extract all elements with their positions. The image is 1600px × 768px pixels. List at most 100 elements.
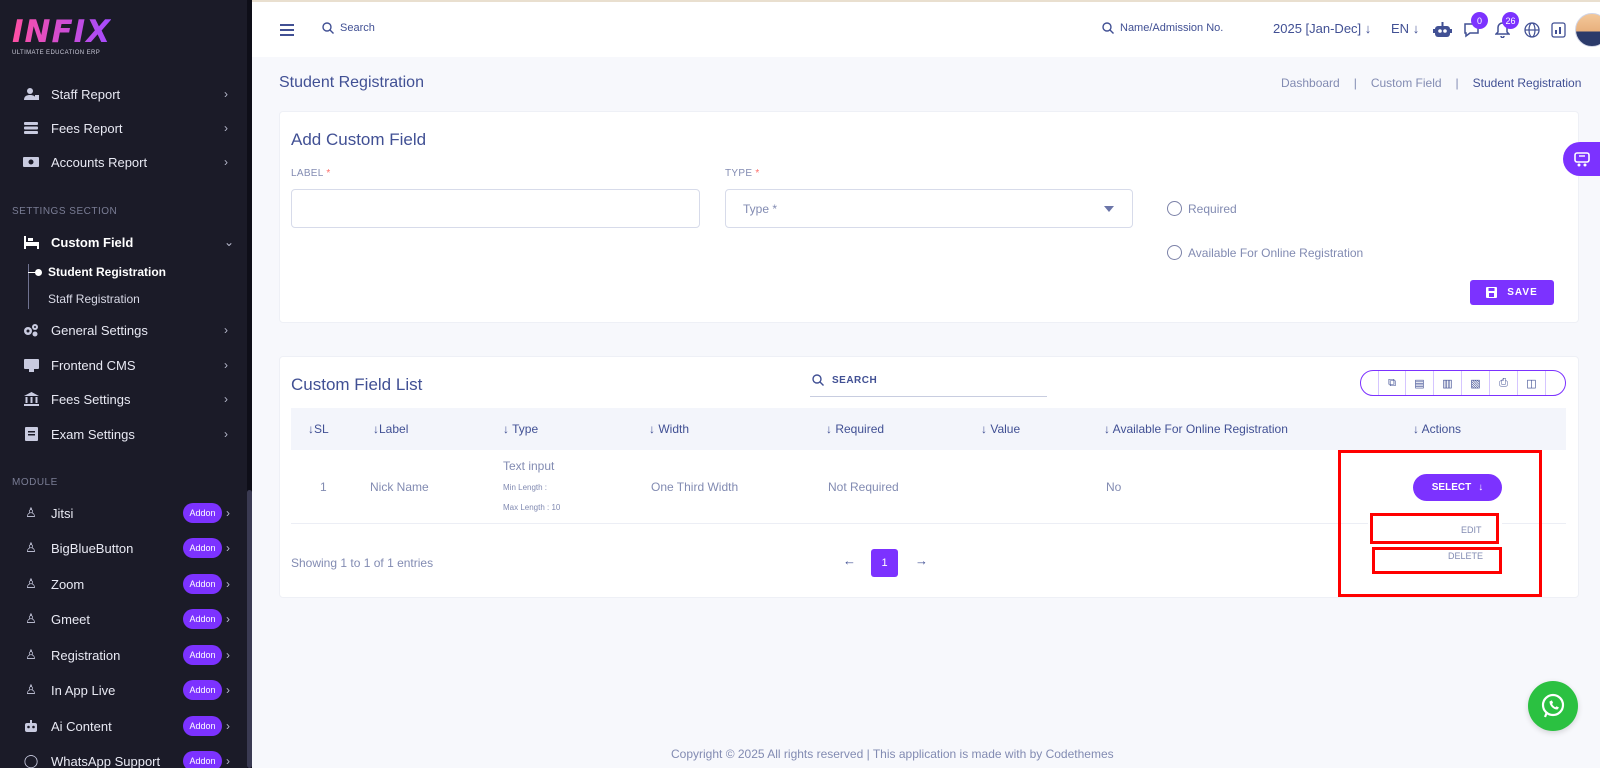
required-option-label: Required [1188,201,1237,216]
sidebar-item-custom-field[interactable]: Custom Field ⌄ [0,227,242,257]
cell-max-length: Max Length : 10 [503,503,561,512]
online-registration-radio[interactable]: Available For Online Registration [1167,245,1363,260]
column-type[interactable]: ↓ Type [503,422,538,436]
columns-icon[interactable]: ◫ [1518,371,1546,395]
academic-year-select[interactable]: 2025 [Jan-Dec] ↓ [1273,21,1371,36]
page-title: Student Registration [279,74,424,91]
page-number-current[interactable]: 1 [871,549,898,577]
breadcrumb-custom-field[interactable]: Custom Field [1371,76,1442,90]
admission-search[interactable]: Name/Admission No. [1102,22,1223,34]
chevron-right-icon: › [226,648,230,662]
required-radio[interactable]: Required [1167,201,1237,216]
sidebar-item-general-settings[interactable]: General Settings › [0,315,242,345]
sidebar-item-staff-report[interactable]: Staff Report › [0,79,242,109]
sidebar-item-in-app-live[interactable]: ♙ In App Live Addon › [0,675,242,705]
column-actions[interactable]: ↓ Actions [1413,422,1461,436]
cart-floating-button[interactable] [1563,142,1600,176]
table-search-input[interactable]: SEARCH [810,364,1047,397]
sidebar-item-label: Frontend CMS [51,357,136,373]
column-label[interactable]: ↓Label [373,422,408,436]
server-icon [22,119,40,137]
label-input[interactable] [291,189,700,228]
label-field-label: LABEL * [291,168,331,179]
addon-badge: Addon [183,574,222,594]
sidebar-item-label: Fees Report [51,120,123,136]
language-value: EN [1391,21,1410,36]
excel-icon[interactable]: ▤ [1406,371,1434,395]
sidebar-item-bigbluebutton[interactable]: ♙ BigBlueButton Addon › [0,533,242,563]
radio-circle[interactable] [1167,201,1182,216]
type-select[interactable]: Type * [725,189,1133,228]
save-label: SAVE [1507,287,1538,298]
module-icon: ♙ [25,540,37,555]
sidebar-item-label: WhatsApp Support [51,753,161,768]
sidebar-subitem-staff-registration[interactable]: Staff Registration [48,292,140,306]
highlight-box-edit [1370,513,1499,544]
sidebar-item-whatsapp-support[interactable]: ◯ WhatsApp Support Addon › [0,746,242,768]
language-select[interactable]: EN ↓ [1391,21,1419,36]
app-logo[interactable]: INFIX ULTIMATE EDUCATION ERP [12,16,111,56]
csv-icon[interactable]: ▥ [1434,371,1462,395]
sidebar-item-fees-settings[interactable]: Fees Settings › [0,384,242,414]
save-button[interactable]: SAVE [1470,280,1554,305]
required-star: * [755,168,760,179]
sidebar-item-gmeet[interactable]: ♙ Gmeet Addon › [0,604,242,634]
sidebar-scrollbar[interactable] [247,0,252,768]
column-width[interactable]: ↓ Width [649,422,689,436]
chevron-down-icon: ⌄ [224,235,235,249]
search-icon [322,22,334,34]
sidebar-item-fees-report[interactable]: Fees Report › [0,113,242,143]
sidebar-item-frontend-cms[interactable]: Frontend CMS › [0,350,242,380]
footer-copyright: Copyright © 2025 All rights reserved | T… [671,747,1114,761]
globe-icon[interactable] [1522,20,1542,40]
next-page-icon[interactable]: → [915,553,928,568]
sidebar-item-ai-content[interactable]: Ai Content Addon › [0,711,242,741]
report-icon[interactable] [1548,20,1568,40]
column-label: SL [314,422,329,436]
sidebar-item-exam-settings[interactable]: Exam Settings › [0,419,242,449]
section-title-module: MODULE [12,477,58,488]
cell-min-length: Min Length : [503,483,548,492]
cell-width: One Third Width [651,480,739,494]
addon-badge: Addon [183,751,222,768]
sidebar-item-label: Jitsi [51,505,74,521]
sidebar-item-zoom[interactable]: ♙ Zoom Addon › [0,569,242,599]
chevron-right-icon: › [224,87,228,101]
menu-toggle-icon[interactable] [280,24,294,39]
pdf-icon[interactable]: ▧ [1462,371,1490,395]
avatar[interactable] [1575,13,1600,47]
bell-icon[interactable]: 26 [1492,12,1519,40]
type-field-label: TYPE * [725,168,760,179]
robot-icon[interactable] [1432,20,1452,40]
radio-circle[interactable] [1167,245,1182,260]
sidebar-item-registration[interactable]: ♙ Registration Addon › [0,640,242,670]
chat-badge: 0 [1471,12,1488,29]
chat-icon[interactable]: 0 [1461,12,1488,40]
column-online[interactable]: ↓ Available For Online Registration [1104,422,1288,436]
sidebar-item-label: BigBlueButton [51,540,134,556]
breadcrumb-dashboard[interactable]: Dashboard [1281,76,1340,90]
sidebar-item-accounts-report[interactable]: Accounts Report › [0,147,242,177]
column-sl[interactable]: ↓SL [308,422,329,436]
chevron-right-icon: › [224,155,228,169]
module-icon: ♙ [25,647,37,662]
scrollbar-thumb[interactable] [247,490,252,768]
global-search[interactable]: Search [322,22,375,34]
column-label: Required [835,422,885,436]
column-required[interactable]: ↓ Required [826,422,884,436]
chevron-right-icon: › [224,358,228,372]
robot-icon [22,717,40,735]
logo-subtitle: ULTIMATE EDUCATION ERP [12,50,101,56]
previous-page-icon[interactable]: ← [843,553,856,568]
arrow-down-icon: ↓ [1412,21,1420,36]
sidebar-subitem-student-registration[interactable]: Student Registration [48,265,166,279]
addon-badge: Addon [183,645,222,665]
floppy-disk-icon [1486,287,1498,298]
whatsapp-button[interactable] [1528,681,1578,731]
copy-icon[interactable]: ⧉ [1378,371,1406,395]
sidebar-item-jitsi[interactable]: ♙ Jitsi Addon › [0,498,242,528]
addon-badge: Addon [183,538,222,558]
column-value[interactable]: ↓ Value [981,422,1020,436]
print-icon[interactable]: ⎙ [1490,371,1518,395]
submenu-line [28,264,29,309]
